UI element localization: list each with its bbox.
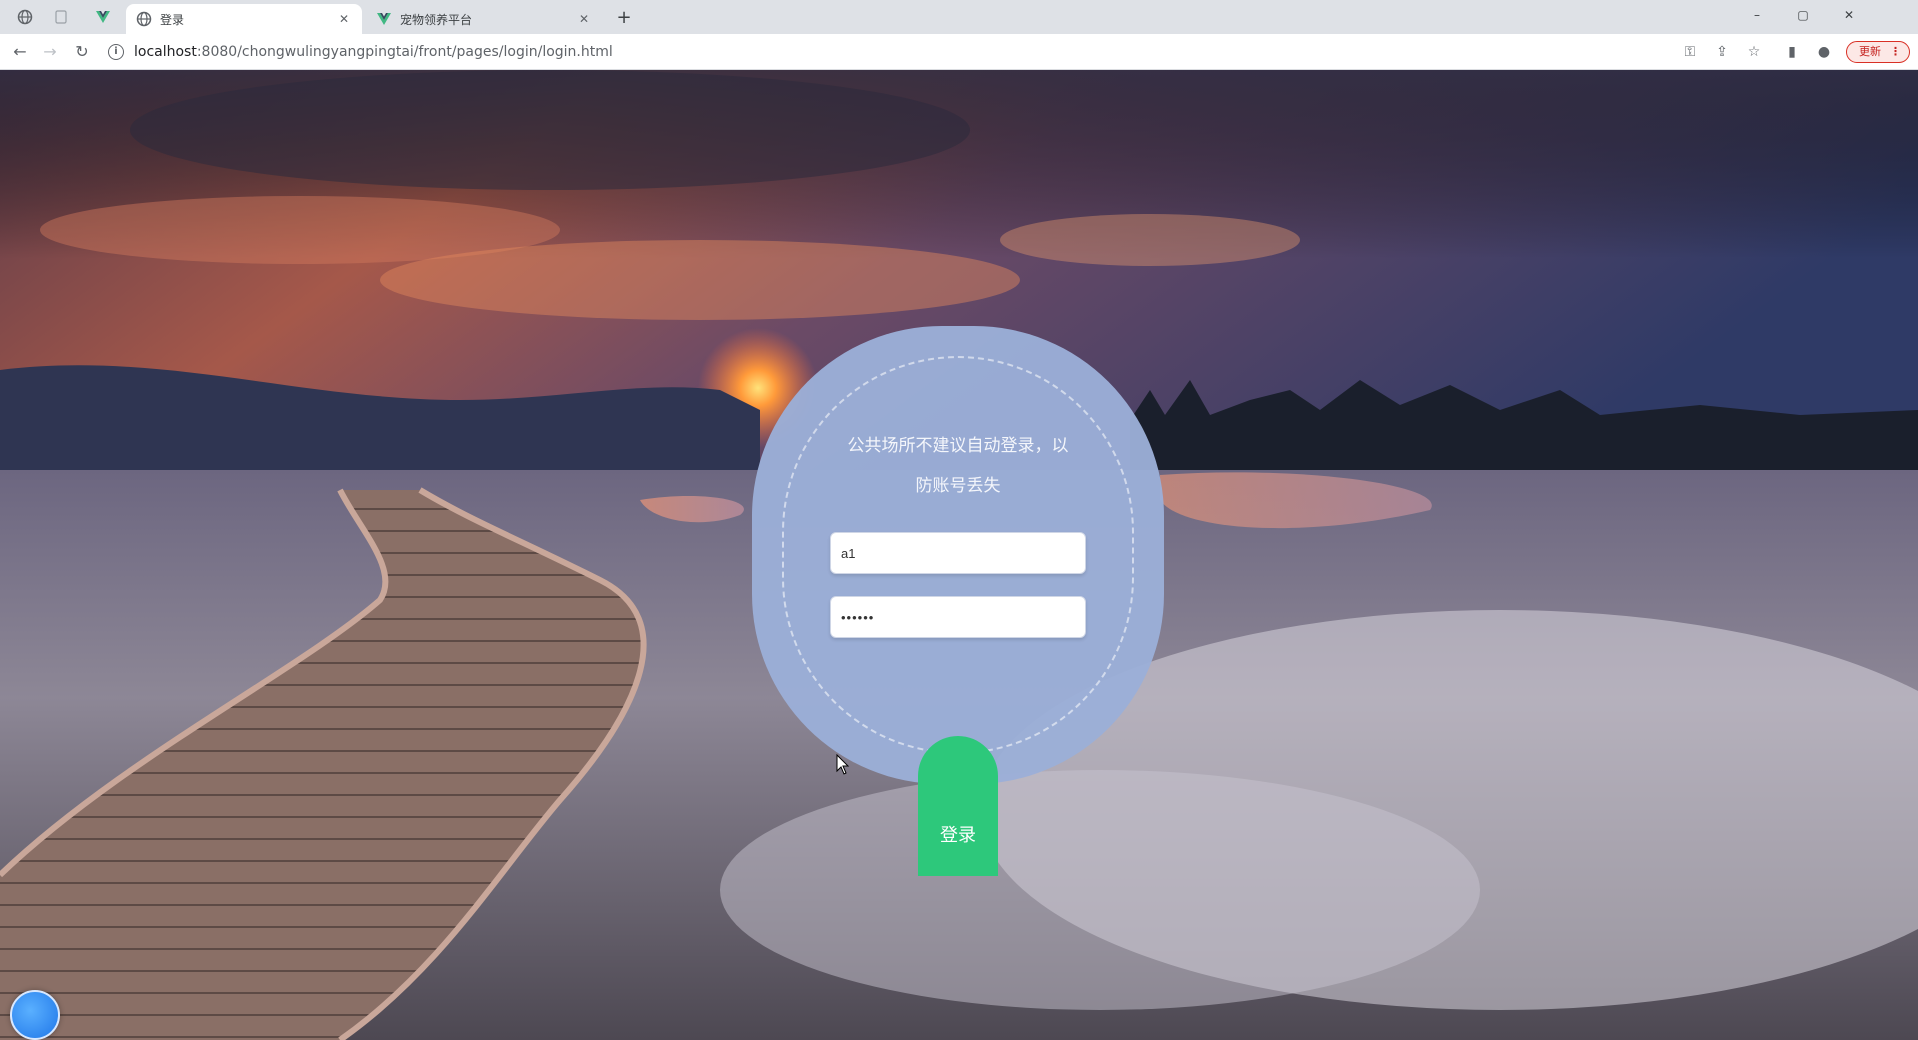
side-panel-icon[interactable]: ▮ — [1782, 42, 1802, 62]
vue-icon — [96, 11, 110, 23]
globe-icon — [136, 11, 152, 27]
forward-arrow-icon[interactable]: → — [38, 40, 62, 64]
pinned-tab-1[interactable] — [8, 4, 42, 30]
username-input[interactable] — [830, 532, 1086, 574]
close-tab-icon[interactable]: ✕ — [576, 11, 592, 27]
back-arrow-icon[interactable]: ← — [8, 40, 32, 64]
address-bar[interactable]: i localhost:8080/chongwulingyangpingtai/… — [108, 38, 1668, 66]
bookmark-star-icon[interactable]: ☆ — [1744, 42, 1764, 62]
login-button[interactable]: 登录 — [918, 736, 998, 876]
share-icon[interactable]: ⇪ — [1712, 42, 1732, 62]
url-path: :8080/chongwulingyangpingtai/front/pages… — [196, 44, 613, 60]
login-card: 公共场所不建议自动登录，以防账号丢失 — [752, 326, 1164, 784]
new-tab-button[interactable]: + — [612, 6, 636, 30]
pinned-tab-2[interactable] — [44, 4, 78, 30]
maximize-button[interactable]: ▢ — [1780, 0, 1826, 30]
floating-assistant-ball[interactable] — [10, 990, 60, 1040]
tab-strip: 登录 ✕ 宠物领养平台 ✕ + – ▢ ✕ — [0, 0, 1918, 34]
pinned-tab-3[interactable] — [86, 4, 120, 30]
menu-dots-icon: ⋮ — [1890, 45, 1901, 58]
site-info-icon[interactable]: i — [108, 44, 124, 60]
browser-toolbar: ← → ↻ i localhost:8080/chongwulingyangpi… — [0, 34, 1918, 70]
password-input[interactable] — [830, 596, 1086, 638]
tab-title: 宠物领养平台 — [400, 12, 473, 27]
update-label: 更新 — [1859, 45, 1881, 58]
page-viewport: 公共场所不建议自动登录，以防账号丢失 登录 — [0, 70, 1918, 1040]
url-host: localhost — [134, 44, 197, 60]
login-notice: 公共场所不建议自动登录，以防账号丢失 — [847, 436, 1069, 496]
reload-icon[interactable]: ↻ — [70, 40, 94, 64]
mouse-cursor-icon — [836, 754, 850, 775]
close-tab-icon[interactable]: ✕ — [336, 11, 352, 27]
tab-pet-platform[interactable]: 宠物领养平台 ✕ — [366, 4, 602, 34]
profile-avatar-icon[interactable]: ● — [1814, 42, 1834, 62]
close-window-button[interactable]: ✕ — [1826, 0, 1872, 30]
update-button[interactable]: 更新 ⋮ — [1846, 41, 1910, 63]
key-icon[interactable]: ⚿ — [1680, 42, 1700, 62]
vue-icon — [377, 13, 391, 25]
globe-icon — [17, 9, 33, 25]
minimize-button[interactable]: – — [1734, 0, 1780, 30]
blank-page-icon — [55, 10, 67, 24]
tab-login[interactable]: 登录 ✕ — [126, 4, 362, 34]
tab-title: 登录 — [160, 12, 185, 27]
